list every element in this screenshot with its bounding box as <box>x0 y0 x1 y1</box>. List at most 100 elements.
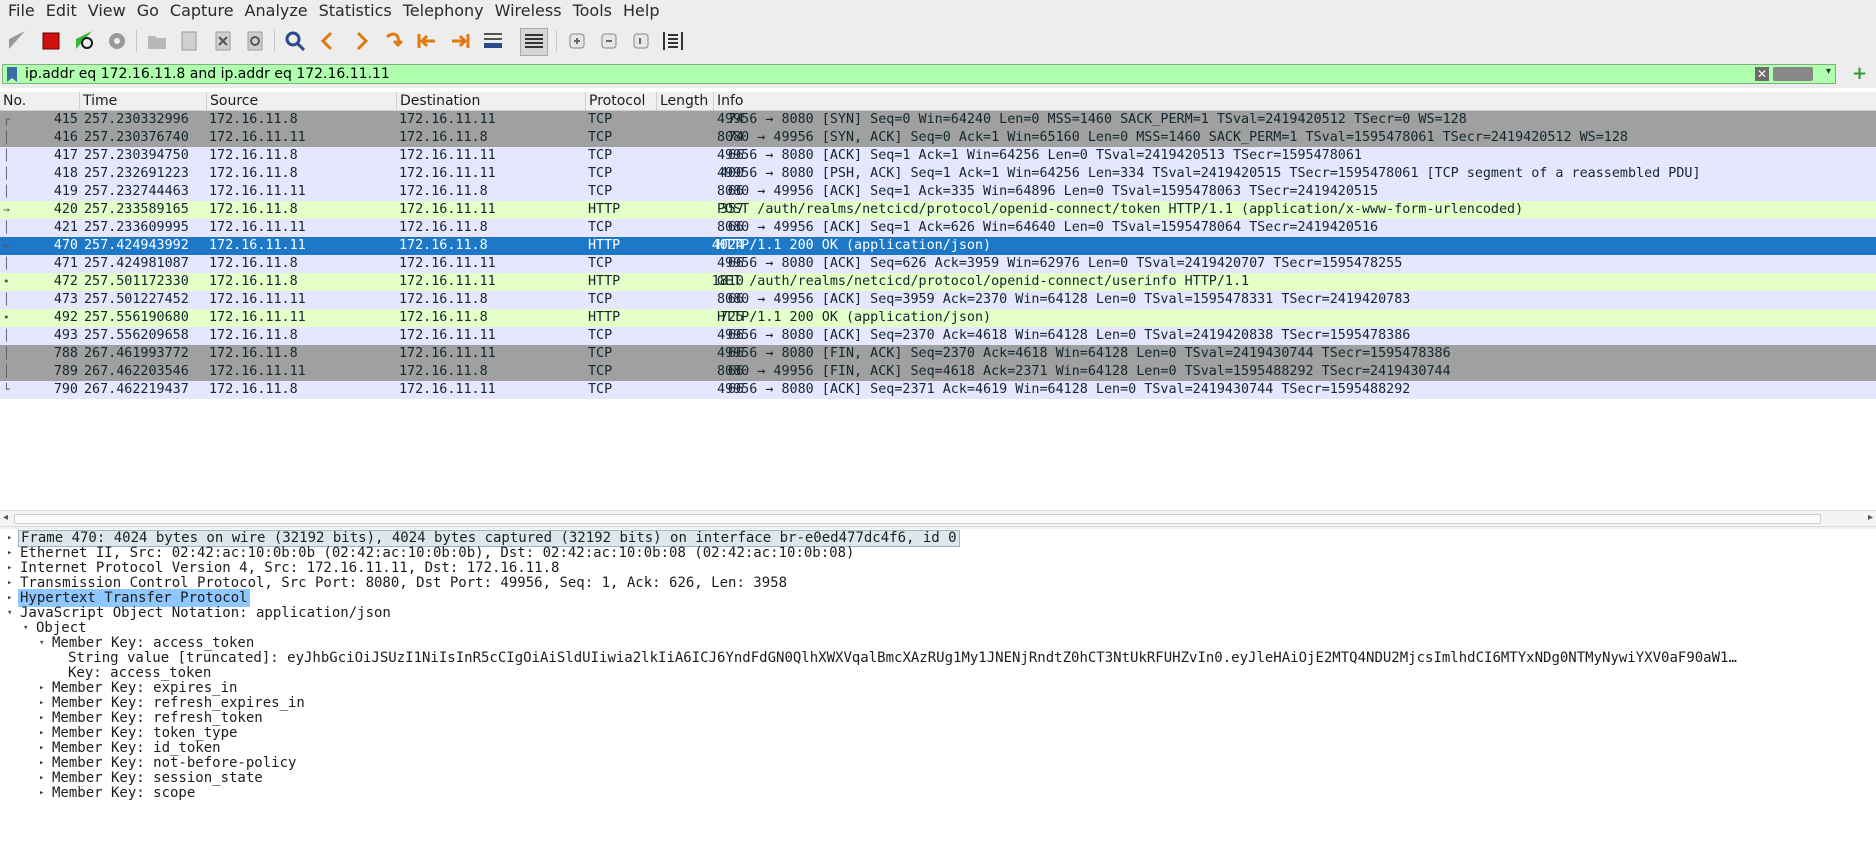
packet-info: HTTP/1.1 200 OK (application/json) <box>717 310 992 325</box>
packet-protocol: TCP <box>588 292 613 307</box>
packet-source: 172.16.11.11 <box>209 292 306 307</box>
packet-source: 172.16.11.8 <box>209 166 298 181</box>
packet-info: 49956 → 8080 [ACK] Seq=2370 Ack=4618 Win… <box>717 328 1411 343</box>
expand-arrow-icon[interactable]: ▸ <box>39 784 49 802</box>
packet-protocol: TCP <box>588 184 613 199</box>
save-file-icon[interactable] <box>176 28 202 54</box>
capture-options-gear-icon[interactable] <box>104 28 130 54</box>
menu-edit[interactable]: Edit <box>39 0 81 22</box>
packet-destination: 172.16.11.11 <box>399 274 496 289</box>
scroll-right-arrow-icon[interactable]: ▸ <box>1868 511 1873 525</box>
menu-go[interactable]: Go <box>130 0 163 22</box>
bookmark-icon[interactable] <box>6 67 18 82</box>
column-header-protocol[interactable]: Protocol <box>586 92 657 110</box>
menu-statistics[interactable]: Statistics <box>312 0 396 22</box>
clear-filter-icon[interactable]: ✕ <box>1755 67 1769 81</box>
column-header-destination[interactable]: Destination <box>397 92 586 110</box>
packet-list: No. Time Source Destination Protocol Len… <box>0 92 1876 522</box>
column-header-time[interactable]: Time <box>80 92 207 110</box>
close-file-icon[interactable] <box>210 28 236 54</box>
menu-help[interactable]: Help <box>616 0 663 22</box>
restart-capture-icon[interactable] <box>71 28 97 54</box>
apply-filter-arrow-icon[interactable] <box>1773 67 1813 81</box>
detail-tree-item[interactable]: ▸ Member Key: scope <box>0 784 1876 802</box>
go-to-packet-icon[interactable] <box>381 28 407 54</box>
packet-row[interactable]: │ 471 257.424981087 172.16.11.8 172.16.11.11… <box>0 255 1876 273</box>
packet-row[interactable]: │ 789 267.462203546 172.16.11.11 172.16.11.8… <box>0 363 1876 381</box>
packet-protocol: TCP <box>588 328 613 343</box>
packet-number: 421 <box>53 220 78 235</box>
display-filter-input[interactable]: ip.addr eq 172.16.11.8 and ip.addr eq 17… <box>2 64 1836 84</box>
menu-analyze[interactable]: Analyze <box>238 0 312 22</box>
packet-number: 493 <box>53 328 78 343</box>
packet-row[interactable]: • 472 257.501172330 172.16.11.8 172.16.11.11… <box>0 273 1876 291</box>
packet-source: 172.16.11.8 <box>209 256 298 271</box>
stop-capture-icon[interactable] <box>38 28 64 54</box>
packet-protocol: HTTP <box>588 274 621 289</box>
packet-row[interactable]: → 420 257.233589165 172.16.11.8 172.16.11.11… <box>0 201 1876 219</box>
open-file-icon[interactable] <box>144 28 170 54</box>
column-header-source[interactable]: Source <box>207 92 397 110</box>
packet-time: 257.232691223 <box>84 166 189 181</box>
packet-number: 492 <box>53 310 78 325</box>
resize-columns-icon[interactable] <box>660 28 686 54</box>
zoom-in-icon[interactable] <box>564 28 590 54</box>
menu-tools[interactable]: Tools <box>566 0 616 22</box>
packet-destination: 172.16.11.11 <box>399 328 496 343</box>
packet-row[interactable]: │ 493 257.556209658 172.16.11.8 172.16.11.11… <box>0 327 1876 345</box>
add-filter-button-plus-icon[interactable]: + <box>1852 65 1867 83</box>
packet-row[interactable]: │ 788 267.461993772 172.16.11.8 172.16.11.11… <box>0 345 1876 363</box>
start-capture-icon[interactable] <box>4 28 30 54</box>
packet-destination: 172.16.11.11 <box>399 112 496 127</box>
auto-scroll-icon[interactable] <box>480 28 506 54</box>
packet-row[interactable]: │ 473 257.501227452 172.16.11.11 172.16.11.8… <box>0 291 1876 309</box>
packet-row[interactable]: │ 416 257.230376740 172.16.11.11 172.16.11.8… <box>0 129 1876 147</box>
first-packet-icon[interactable] <box>414 28 440 54</box>
packet-time: 257.230394750 <box>84 148 189 163</box>
packet-row[interactable]: ┌ 415 257.230332996 172.16.11.8 172.16.11.11… <box>0 111 1876 129</box>
find-packet-search-icon[interactable] <box>282 28 308 54</box>
packet-info: POST /auth/realms/netcicd/protocol/openi… <box>717 202 1524 217</box>
column-header-no[interactable]: No. <box>0 92 80 110</box>
packet-row[interactable]: └ 790 267.462219437 172.16.11.8 172.16.11.11… <box>0 381 1876 399</box>
main-toolbar <box>0 22 1876 63</box>
filter-history-dropdown-icon[interactable]: ▾ <box>1826 66 1831 77</box>
packet-source: 172.16.11.11 <box>209 310 306 325</box>
last-packet-icon[interactable] <box>447 28 473 54</box>
zoom-out-icon[interactable] <box>596 28 622 54</box>
column-header-length[interactable]: Length <box>657 92 714 110</box>
menu-wireless[interactable]: Wireless <box>488 0 566 22</box>
packet-number: 471 <box>53 256 78 271</box>
packet-destination: 172.16.11.11 <box>399 346 496 361</box>
menu-view[interactable]: View <box>81 0 130 22</box>
packet-info: 49956 → 8080 [SYN] Seq=0 Win=64240 Len=0… <box>717 112 1467 127</box>
normal-size-icon[interactable] <box>628 28 654 54</box>
column-header-info[interactable]: Info <box>714 92 1876 110</box>
packet-info: 8080 → 49956 [FIN, ACK] Seq=4618 Ack=237… <box>717 364 1451 379</box>
packet-destination: 172.16.11.11 <box>399 382 496 397</box>
packet-destination: 172.16.11.11 <box>399 166 496 181</box>
packet-time: 257.230376740 <box>84 130 189 145</box>
packet-row[interactable]: │ 418 257.232691223 172.16.11.8 172.16.11.11… <box>0 165 1876 183</box>
packet-row[interactable]: ← 470 257.424943992 172.16.11.11 172.16.11.8… <box>0 237 1876 255</box>
packet-info: 8080 → 49956 [SYN, ACK] Seq=0 Ack=1 Win=… <box>717 130 1628 145</box>
colorize-list-icon[interactable] <box>520 28 548 56</box>
menu-capture[interactable]: Capture <box>163 0 238 22</box>
reload-file-icon[interactable] <box>242 28 268 54</box>
menu-file[interactable]: File <box>0 0 39 22</box>
menu-telephony[interactable]: Telephony <box>396 0 488 22</box>
packet-row[interactable]: • 492 257.556190680 172.16.11.11 172.16.11.8… <box>0 309 1876 327</box>
packet-row[interactable]: │ 419 257.232744463 172.16.11.11 172.16.11.8… <box>0 183 1876 201</box>
packet-protocol: HTTP <box>588 202 621 217</box>
scroll-left-arrow-icon[interactable]: ◂ <box>3 511 8 525</box>
display-filter-text[interactable]: ip.addr eq 172.16.11.8 and ip.addr eq 17… <box>25 65 390 83</box>
packet-list-horizontal-scrollbar[interactable]: ◂ ▸ <box>0 510 1876 527</box>
packet-row[interactable]: │ 417 257.230394750 172.16.11.8 172.16.11.11… <box>0 147 1876 165</box>
go-forward-icon[interactable] <box>348 28 374 54</box>
scrollbar-thumb[interactable] <box>14 514 1821 524</box>
packet-time: 257.501172330 <box>84 274 189 289</box>
packet-row[interactable]: │ 421 257.233609995 172.16.11.11 172.16.11.8… <box>0 219 1876 237</box>
go-back-icon[interactable] <box>315 28 341 54</box>
packet-protocol: TCP <box>588 220 613 235</box>
packet-info: 49956 → 8080 [FIN, ACK] Seq=2370 Ack=461… <box>717 346 1451 361</box>
